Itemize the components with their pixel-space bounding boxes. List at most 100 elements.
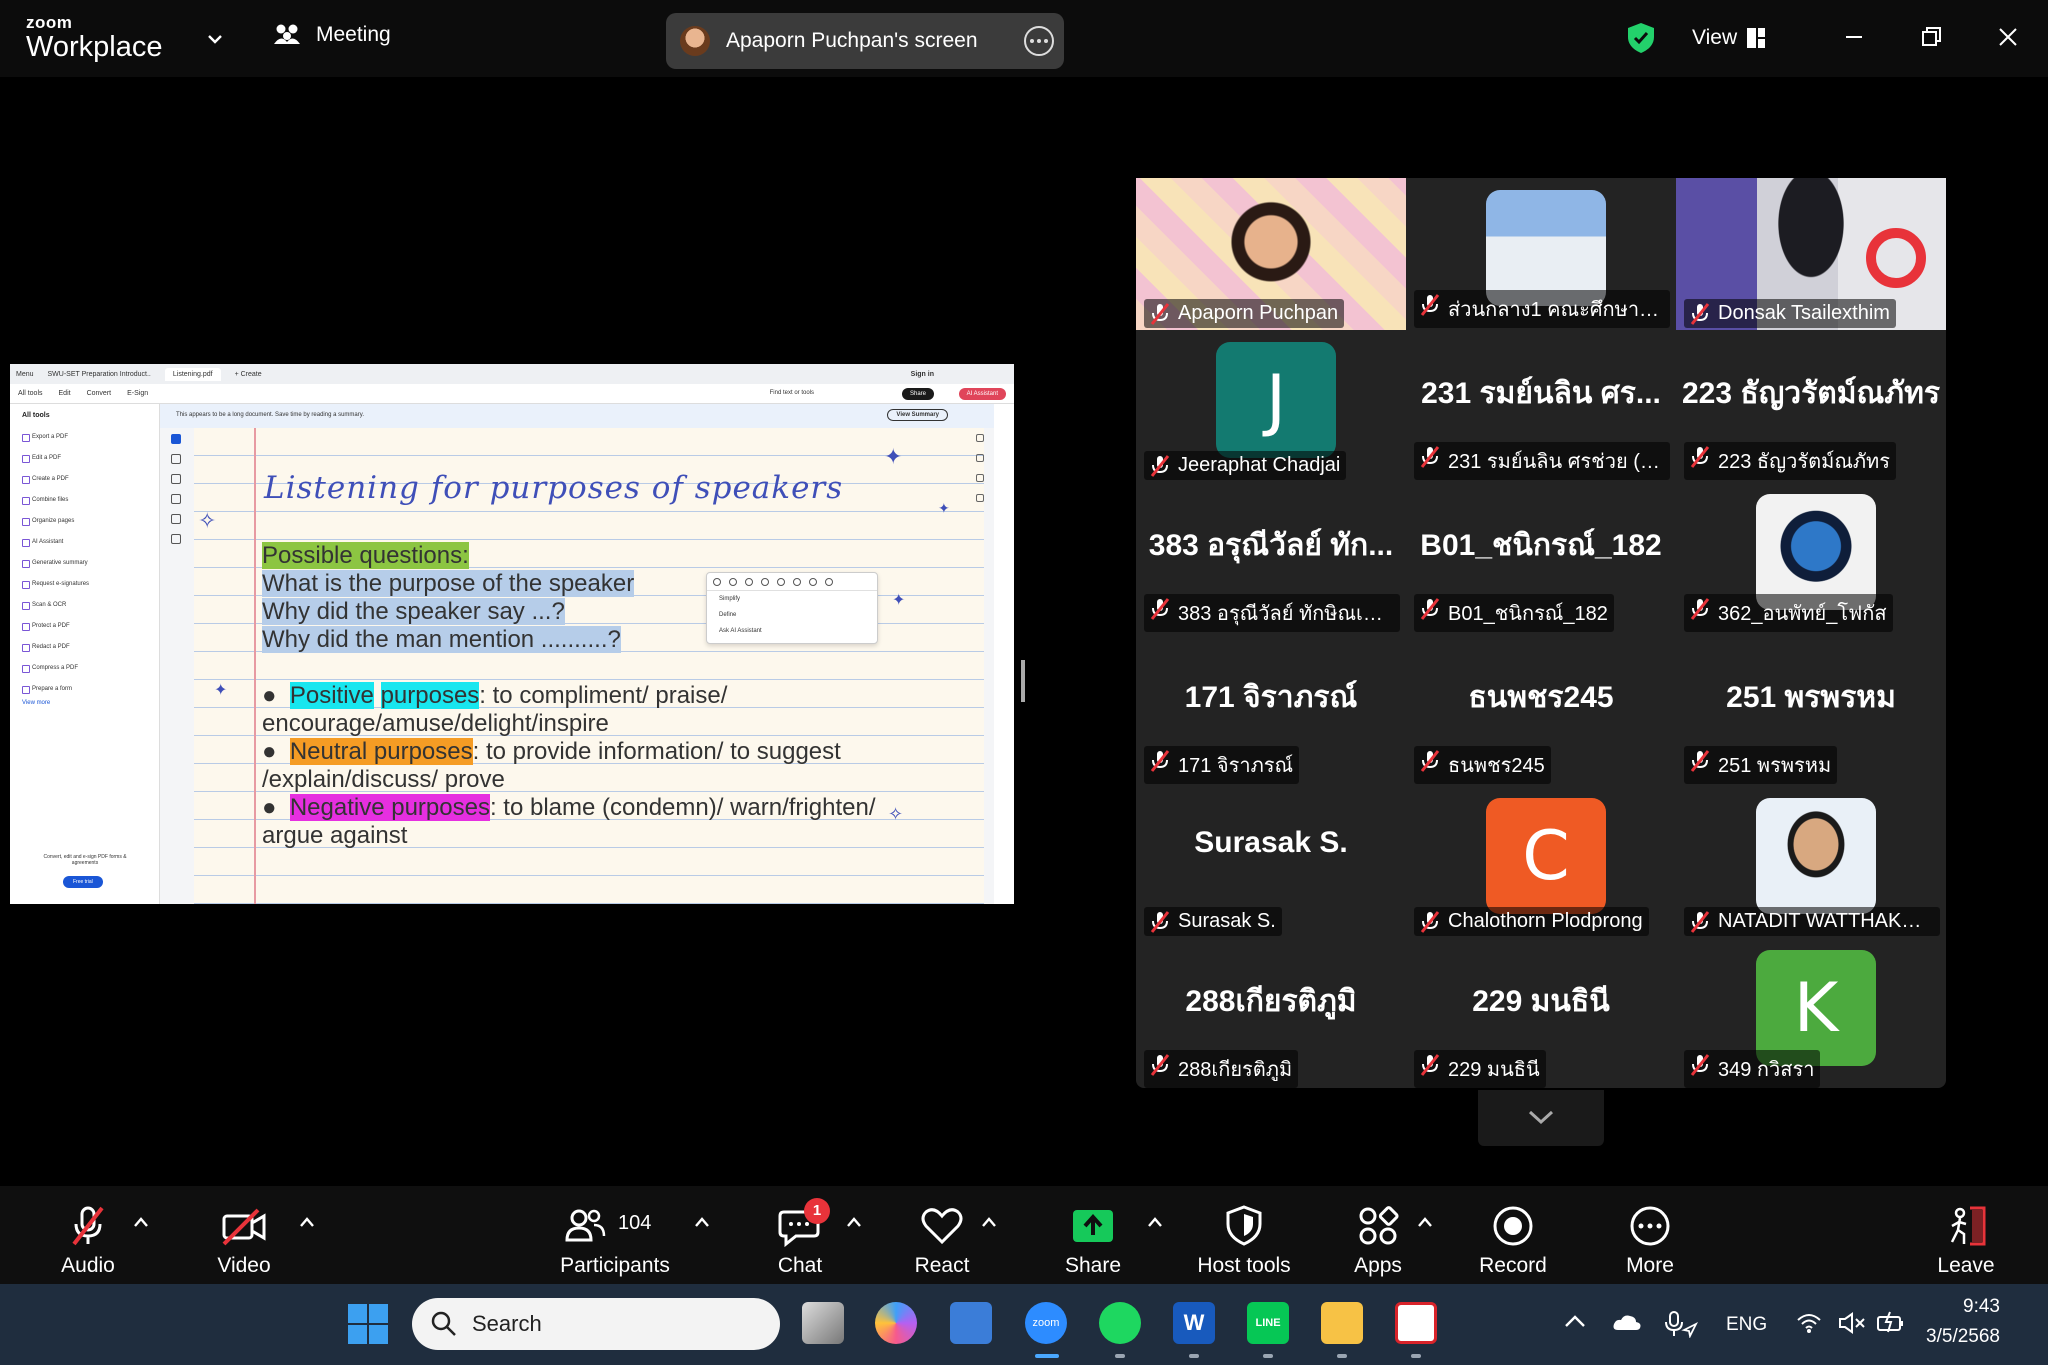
participant-tile[interactable]: B01_ชนิกรณ์_182 B01_ชนิกรณ์_182	[1406, 482, 1676, 634]
participant-tile[interactable]: K 349 กวิสรา	[1676, 938, 1946, 1090]
zoom-app-icon[interactable]: zoom	[1025, 1302, 1067, 1344]
tool-item[interactable]: Compress a PDF	[10, 658, 159, 679]
video-button[interactable]: Video	[214, 1204, 274, 1278]
share-button[interactable]: Share	[1063, 1204, 1123, 1278]
battery-charging-icon[interactable]	[1876, 1310, 1906, 1334]
tool-item[interactable]: Organize pages	[10, 511, 159, 532]
stamp-tool-icon[interactable]	[171, 534, 181, 544]
view-summary-button[interactable]: View Summary	[887, 409, 948, 421]
acrobat-share-button[interactable]: Share	[901, 388, 934, 400]
acrobat-menu-item[interactable]: Convert	[87, 390, 112, 397]
participant-tile[interactable]: C Chalothorn Plodprong	[1406, 786, 1676, 938]
panel-splitter-handle[interactable]	[1021, 660, 1025, 702]
comment-icon[interactable]	[976, 434, 984, 442]
tool-item[interactable]: Create a PDF	[10, 469, 159, 490]
context-menu-item[interactable]: Simplify	[707, 591, 877, 607]
participant-tile[interactable]: ส่วนกลาง1 คณะศึกษาศาส...	[1406, 178, 1676, 330]
participant-tile[interactable]: 223 ธัญวรัตม์ณภัทร 223 ธัญวรัตม์ณภัทร	[1676, 330, 1946, 482]
restore-icon[interactable]	[1916, 22, 1946, 52]
show-hidden-icons-icon[interactable]	[1564, 1314, 1586, 1328]
record-button[interactable]: Record	[1478, 1204, 1548, 1278]
participant-tile[interactable]: Donsak Tsailexthim	[1676, 178, 1946, 330]
text-tool-icon[interactable]	[171, 514, 181, 524]
tool-item[interactable]: Combine files	[10, 490, 159, 511]
tool-item[interactable]: Protect a PDF	[10, 616, 159, 637]
participant-tile[interactable]: Surasak S. Surasak S.	[1136, 786, 1406, 938]
chevron-down-icon[interactable]	[204, 28, 226, 50]
tool-item[interactable]: Export a PDF	[10, 427, 159, 448]
participant-tile[interactable]: Apaporn Puchpan	[1136, 178, 1406, 330]
participant-tile[interactable]: 251 พรพรหม 251 พรพรหม	[1676, 634, 1946, 786]
context-menu-item[interactable]: Ask AI Assistant	[707, 623, 877, 639]
acrobat-find-field[interactable]: Find text or tools	[770, 390, 814, 396]
share-caret-icon[interactable]	[1147, 1216, 1163, 1228]
participant-tile[interactable]: 229 มนธินี 229 มนธินี	[1406, 938, 1676, 1090]
participant-tile[interactable]: 383 อรุณีวัลย์ ทัก... 383 อรุณีวัลย์ ทักษ…	[1136, 482, 1406, 634]
participant-tile[interactable]: ธนพชร245 ธนพชร245	[1406, 634, 1676, 786]
apps-button[interactable]: Apps	[1348, 1204, 1408, 1278]
copilot-icon[interactable]	[875, 1302, 917, 1344]
annotate-icon[interactable]	[976, 454, 984, 462]
tool-item[interactable]: Edit a PDF	[10, 448, 159, 469]
view-menu[interactable]: View	[1692, 26, 1766, 50]
more-button[interactable]: More	[1620, 1204, 1680, 1278]
participant-tile[interactable]: NATADIT WATTHAKAN...	[1676, 786, 1946, 938]
gallery-scroll-down[interactable]	[1478, 1090, 1604, 1146]
select-tool-icon[interactable]	[171, 434, 181, 444]
notepad-icon[interactable]	[950, 1302, 992, 1344]
participant-tile[interactable]: 231 รมย์นลิน ศร... 231 รมย์นลิน ศรช่วย (ฟ…	[1406, 330, 1676, 482]
participant-tile[interactable]: 171 จิราภรณ์ 171 จิราภรณ์	[1136, 634, 1406, 786]
file-explorer-icon[interactable]	[1321, 1302, 1363, 1344]
react-caret-icon[interactable]	[981, 1216, 997, 1228]
speaker-muted-icon[interactable]	[1838, 1312, 1866, 1334]
zoom-tool-icon[interactable]	[171, 454, 181, 464]
tool-item[interactable]: Redact a PDF	[10, 637, 159, 658]
participants-button[interactable]: 104 Participants	[556, 1204, 674, 1278]
apps-caret-icon[interactable]	[1417, 1216, 1433, 1228]
bookmark-icon[interactable]	[976, 474, 984, 482]
participant-tile[interactable]: 288เกียรติภูมิ 288เกียรติภูมิ	[1136, 938, 1406, 1090]
tool-item[interactable]: Request e-signatures	[10, 574, 159, 595]
lasso-tool-icon[interactable]	[171, 494, 181, 504]
leave-button[interactable]: Leave	[1936, 1204, 1996, 1278]
acrobat-menu-item[interactable]: All tools	[18, 390, 43, 397]
acrobat-tab[interactable]: SWU-SET Preparation Introduct..	[48, 371, 151, 378]
react-button[interactable]: React	[912, 1204, 972, 1278]
acrobat-menu-item[interactable]: Edit	[59, 390, 71, 397]
acrobat-ai-button[interactable]: AI Assistant	[958, 388, 1006, 400]
acrobat-menu-tab[interactable]: Menu	[16, 371, 34, 378]
participant-tile[interactable]: 362_อนพัทย์_โฟกัส	[1676, 482, 1946, 634]
clock-time[interactable]: 9:43	[1908, 1296, 2000, 1318]
windows-start-icon[interactable]	[348, 1304, 388, 1344]
line-app-icon[interactable]: LINE	[1247, 1302, 1289, 1344]
taskbar-search[interactable]: Search	[412, 1298, 780, 1350]
minimize-icon[interactable]	[1839, 22, 1869, 52]
more-options-icon[interactable]	[1024, 26, 1054, 56]
meeting-menu[interactable]: Meeting	[272, 22, 391, 48]
tool-item[interactable]: AI Assistant	[10, 532, 159, 553]
acrobat-sign-in[interactable]: Sign in	[911, 371, 934, 378]
screen-share-indicator[interactable]: Apaporn Puchpan's screen	[666, 13, 1064, 69]
tool-item[interactable]: Prepare a form	[10, 679, 159, 700]
wifi-icon[interactable]	[1796, 1312, 1822, 1334]
task-view-icon[interactable]	[802, 1302, 844, 1344]
participant-tile[interactable]: J Jeeraphat Chadjai	[1136, 330, 1406, 482]
close-icon[interactable]	[1993, 22, 2023, 52]
audio-options-caret-icon[interactable]	[133, 1216, 149, 1228]
acrobat-active-tab[interactable]: Listening.pdf	[164, 367, 221, 381]
language-indicator[interactable]: ENG	[1726, 1314, 1767, 1336]
context-menu-item[interactable]: Define	[707, 607, 877, 623]
chat-button[interactable]: 1 Chat	[770, 1198, 830, 1278]
draw-tool-icon[interactable]	[171, 474, 181, 484]
onedrive-cloud-icon[interactable]	[1612, 1312, 1642, 1332]
view-more-link[interactable]: View more	[10, 700, 159, 706]
security-shield-icon[interactable]	[1626, 22, 1656, 54]
tool-item[interactable]: Generative summary	[10, 553, 159, 574]
host-tools-button[interactable]: Host tools	[1192, 1204, 1296, 1278]
acrobat-icon[interactable]	[1395, 1302, 1437, 1344]
video-options-caret-icon[interactable]	[299, 1216, 315, 1228]
pages-icon[interactable]	[976, 494, 984, 502]
clock-date[interactable]: 3/5/2568	[1908, 1326, 2000, 1348]
chat-caret-icon[interactable]	[846, 1216, 862, 1228]
acrobat-menu-item[interactable]: E-Sign	[127, 390, 148, 397]
